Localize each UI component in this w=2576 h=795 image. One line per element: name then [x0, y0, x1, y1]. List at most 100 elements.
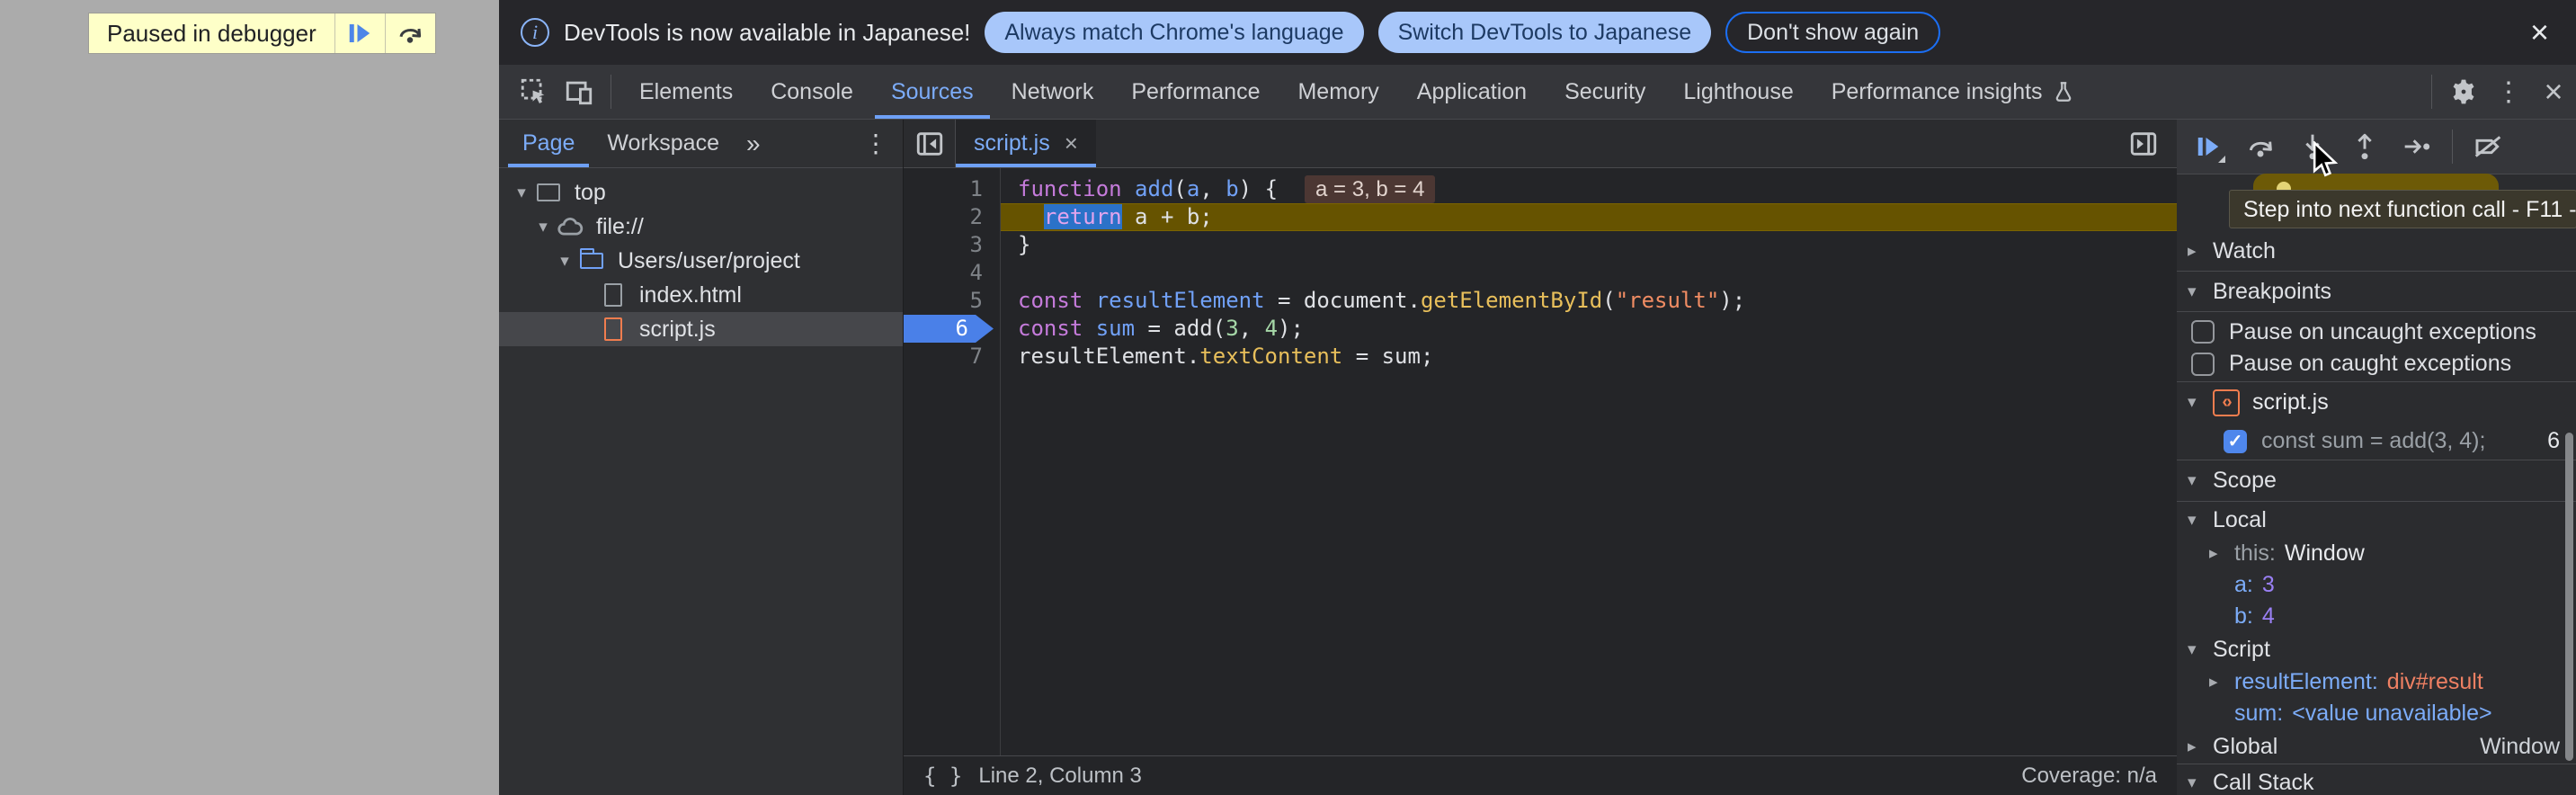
navigator-tab-page[interactable]: Page: [506, 120, 591, 167]
breakpoint-enabled-checkbox[interactable]: ✓: [2224, 430, 2247, 453]
sidebar-scrollbar[interactable]: [2565, 433, 2573, 761]
line-number[interactable]: 1: [904, 175, 983, 203]
device-toolbar-button[interactable]: [557, 70, 602, 113]
tree-item-script-js[interactable]: script.js: [499, 312, 903, 346]
gear-icon: [2449, 77, 2478, 106]
breakpoint-entry-row[interactable]: ✓ const sum = add(3, 4); 6: [2177, 423, 2576, 460]
tab-console[interactable]: Console: [752, 65, 872, 119]
scope-local-header[interactable]: ▾ Local: [2177, 502, 2576, 538]
close-tab-icon[interactable]: ×: [1065, 130, 1078, 157]
global-value: Window: [2480, 734, 2565, 760]
navigator-more-options-button[interactable]: ⋮: [849, 129, 903, 158]
editor-status-bar: { } Line 2, Column 3 Coverage: n/a: [904, 755, 2177, 795]
expand-arrow[interactable]: ▾: [553, 251, 576, 272]
resume-script-execution-button[interactable]: [2184, 125, 2233, 168]
line-number[interactable]: 5: [904, 287, 983, 315]
scope-global-row[interactable]: ▸ Global Window: [2177, 729, 2576, 764]
navigator-tab-workspace[interactable]: Workspace: [591, 120, 735, 167]
scope-section-header[interactable]: ▾ Scope: [2177, 460, 2576, 502]
step-out-button[interactable]: [2340, 125, 2389, 168]
close-devtools-button[interactable]: ×: [2531, 70, 2576, 113]
toggle-debugger-sidebar-button[interactable]: [2117, 120, 2170, 167]
pause-on-uncaught-row[interactable]: Pause on uncaught exceptions: [2177, 312, 2576, 346]
breakpoint-marker-line-6[interactable]: 6: [904, 315, 994, 343]
breakpoint-line-number: 6: [2547, 428, 2565, 454]
step-into-button[interactable]: [2288, 125, 2337, 168]
tab-performance[interactable]: Performance: [1112, 65, 1279, 119]
info-icon: i: [521, 18, 549, 47]
tab-sources[interactable]: Sources: [872, 65, 993, 119]
expand-arrow[interactable]: ▾: [531, 217, 555, 237]
pause-caught-checkbox[interactable]: [2191, 353, 2215, 376]
paused-message-peek: [2253, 174, 2499, 192]
always-match-language-button[interactable]: Always match Chrome's language: [985, 12, 1363, 53]
infobar-close-button[interactable]: ×: [2525, 16, 2554, 49]
file-tree: ▾ top ▾ file:// ▾ Users/user/: [499, 168, 903, 346]
editor-tab-script-js[interactable]: script.js ×: [956, 120, 1096, 167]
resume-icon: [346, 20, 373, 47]
tree-item-project-folder[interactable]: ▾ Users/user/project: [499, 244, 903, 278]
line-number[interactable]: 2: [904, 203, 983, 231]
code-line-1: function add(a, b) {a = 3, b = 4: [1018, 175, 1435, 203]
tree-item-file-origin[interactable]: ▾ file://: [499, 210, 903, 244]
scope-a-row[interactable]: a: 3: [2177, 569, 2576, 601]
step-over-icon: [397, 20, 423, 47]
deactivate-breakpoints-button[interactable]: [2464, 125, 2512, 168]
tab-network[interactable]: Network: [993, 65, 1113, 119]
more-tabs-chevron[interactable]: »: [735, 130, 771, 158]
gutter-divider: [1000, 168, 1001, 755]
frame-icon: [535, 183, 562, 201]
scope-result-element-row[interactable]: ▸ resultElement: div#result: [2177, 666, 2576, 698]
tree-item-top[interactable]: ▾ top: [499, 175, 903, 210]
code-editor: script.js × 1 2 3 4 5 6 7 fun: [904, 120, 2177, 795]
line-number[interactable]: 4: [904, 259, 983, 287]
pretty-print-icon[interactable]: { }: [923, 764, 962, 789]
step-over-button-banner[interactable]: [385, 13, 435, 53]
dont-show-again-button[interactable]: Don't show again: [1725, 12, 1940, 53]
step-button[interactable]: [2393, 125, 2441, 168]
resume-script-button[interactable]: [334, 13, 385, 53]
breakpoint-group-script-js[interactable]: ▾ ‹› script.js: [2177, 382, 2576, 423]
code-line-2: return a + b;: [1018, 203, 1213, 231]
scope-sum-row[interactable]: sum: <value unavailable>: [2177, 698, 2576, 729]
debugger-sidebar: Step into next function call - F11 - ⌘ ;…: [2177, 120, 2576, 795]
long-resume-dropdown-corner: [2218, 156, 2225, 163]
tab-elements[interactable]: Elements: [620, 65, 752, 119]
paused-in-debugger-banner: Paused in debugger: [88, 13, 436, 54]
inspect-element-button[interactable]: [512, 70, 557, 113]
editor-tab-bar: script.js ×: [904, 120, 2177, 168]
tab-lighthouse[interactable]: Lighthouse: [1664, 65, 1812, 119]
code-line-3: }: [1018, 231, 1030, 259]
watch-section-header[interactable]: ▸ Watch: [2177, 231, 2576, 272]
switch-to-japanese-button[interactable]: Switch DevTools to Japanese: [1378, 12, 1712, 53]
tree-item-index-html[interactable]: index.html: [499, 278, 903, 312]
code-line-6: const sum = add(3, 4);: [1018, 315, 1304, 343]
step-over-button[interactable]: [2236, 125, 2285, 168]
more-options-button[interactable]: ⋮: [2486, 70, 2531, 113]
settings-button[interactable]: [2441, 70, 2486, 113]
sources-panel: Page Workspace » ⋮ ▾ top ▾: [499, 120, 2576, 795]
tab-performance-insights[interactable]: Performance insights: [1813, 65, 2094, 119]
toolbar-right-controls: ⋮ ×: [2422, 70, 2576, 113]
call-stack-section-header[interactable]: ▾ Call Stack: [2177, 764, 2576, 795]
language-infobar: i DevTools is now available in Japanese!…: [499, 0, 2576, 65]
code-line-5: const resultElement = document.getElemen…: [1018, 287, 1745, 315]
line-number[interactable]: 3: [904, 231, 983, 259]
infobar-message: DevTools is now available in Japanese!: [564, 19, 970, 47]
scope-script-header[interactable]: ▾ Script: [2177, 632, 2576, 666]
tab-application[interactable]: Application: [1398, 65, 1546, 119]
scope-b-row[interactable]: b: 4: [2177, 601, 2576, 632]
pause-on-caught-row[interactable]: Pause on caught exceptions: [2177, 346, 2576, 382]
tab-security[interactable]: Security: [1546, 65, 1664, 119]
scope-this-row[interactable]: ▸ this: Window: [2177, 538, 2576, 569]
toggle-navigator-sidebar-button[interactable]: [904, 120, 956, 167]
code-area[interactable]: 1 2 3 4 5 6 7 function add(a, b) {a = 3,…: [904, 168, 2177, 755]
line-number[interactable]: 7: [904, 343, 983, 371]
deactivate-breakpoints-icon: [2473, 132, 2502, 161]
pause-uncaught-checkbox[interactable]: [2191, 320, 2215, 344]
collapse-left-panel-icon: [914, 129, 945, 159]
expand-arrow[interactable]: ▾: [510, 183, 533, 203]
breakpoints-section-header[interactable]: ▾ Breakpoints: [2177, 272, 2576, 312]
tab-memory[interactable]: Memory: [1279, 65, 1397, 119]
code-line-7: resultElement.textContent = sum;: [1018, 343, 1433, 371]
